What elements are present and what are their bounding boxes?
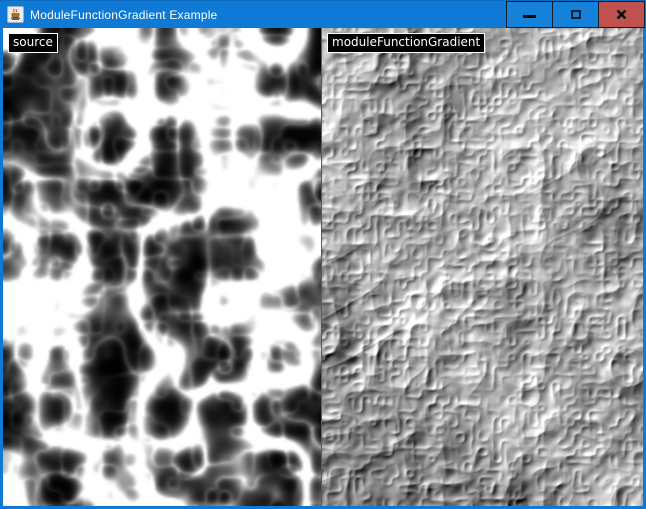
minimize-button[interactable] — [506, 1, 553, 28]
maximize-button[interactable] — [552, 1, 599, 28]
module-function-gradient-image — [322, 28, 643, 506]
gradient-panel: moduleFunctionGradient — [322, 28, 643, 506]
titlebar[interactable]: ModuleFunctionGradient Example — [0, 0, 646, 28]
close-button[interactable] — [598, 1, 645, 28]
java-coffee-cup-glyph — [9, 8, 22, 21]
source-panel: source — [3, 28, 321, 506]
minimize-icon — [523, 15, 536, 18]
module-function-gradient-label: moduleFunctionGradient — [327, 33, 485, 53]
close-icon — [616, 9, 627, 20]
window-title: ModuleFunctionGradient Example — [30, 8, 217, 22]
app-window: ModuleFunctionGradient Example source mo… — [0, 0, 646, 509]
window-controls — [507, 1, 645, 28]
java-coffee-cup-icon — [7, 6, 24, 23]
source-label: source — [8, 33, 58, 53]
source-image — [3, 28, 321, 506]
content-area: source moduleFunctionGradient — [0, 28, 646, 509]
maximize-icon — [571, 10, 581, 19]
